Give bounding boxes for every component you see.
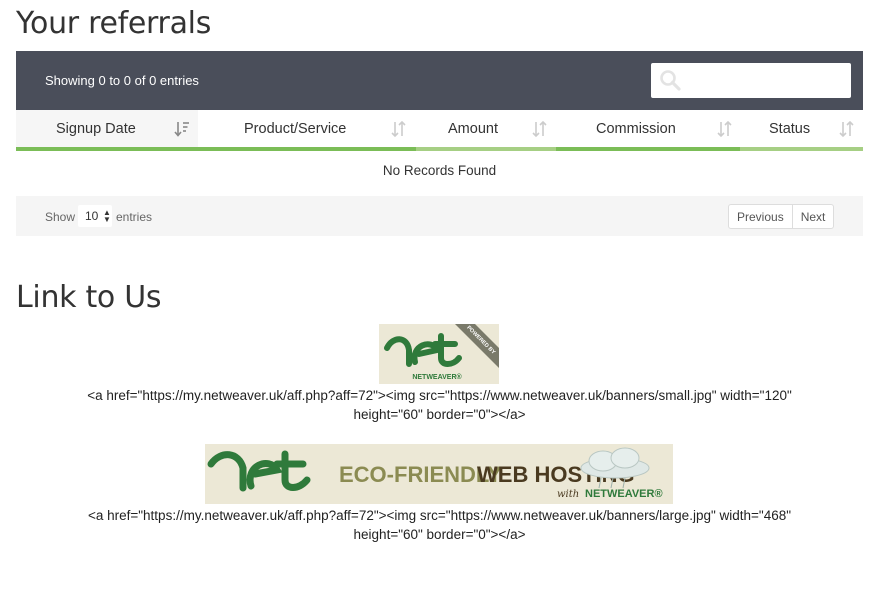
column-label: Commission (596, 121, 676, 137)
column-label: Amount (448, 121, 498, 137)
sort-both-icon (717, 120, 732, 138)
entries-length-select[interactable]: 10 ▲ ▼ (78, 205, 112, 227)
select-arrows-icon: ▲ ▼ (103, 208, 111, 224)
code-line: <a href="https://my.netweaver.uk/aff.php… (87, 388, 792, 403)
code-line: <a href="https://my.netweaver.uk/aff.php… (87, 508, 792, 523)
previous-page-button[interactable]: Previous (729, 205, 792, 228)
page-title: Your referrals (16, 6, 212, 41)
small-banner-image[interactable]: POWERED BY NETWEAVER® (379, 324, 499, 384)
large-banner-code: <a href="https://my.netweaver.uk/aff.php… (16, 506, 863, 544)
empty-table-message: No Records Found (382, 163, 497, 178)
section-title: Link to Us (16, 280, 162, 315)
pagination: Previous Next (728, 204, 835, 229)
sort-desc-icon (174, 122, 189, 137)
entries-length-value: 10 (85, 209, 99, 223)
table-footer: Show 10 ▲ ▼ entries Previous Next (16, 196, 863, 236)
showing-entries-info: Showing 0 to 0 of 0 entries (45, 73, 199, 88)
large-banner-image[interactable]: ECO-FRIENDLY WEB HOSTING with NETWEAVER® (205, 444, 673, 504)
banner-brand-text: NETWEAVER® (585, 488, 663, 500)
banner-brand-text: NETWEAVER® (412, 373, 462, 381)
sort-both-icon (532, 120, 547, 138)
search-icon (660, 70, 681, 91)
column-product-service[interactable]: Product/Service (198, 110, 416, 151)
code-line: height="60" border="0"></a> (353, 527, 526, 542)
banner-with-text: with (557, 489, 579, 500)
search-box[interactable] (651, 63, 851, 100)
column-amount[interactable]: Amount (416, 110, 556, 151)
entries-label: entries (116, 210, 153, 224)
show-label: Show (45, 210, 76, 224)
next-page-button[interactable]: Next (791, 205, 834, 228)
column-label: Product/Service (244, 121, 347, 137)
search-input[interactable] (689, 63, 851, 100)
table-header-row: Signup Date Product/Service Amount Commi… (16, 110, 863, 151)
table-toolbar: Showing 0 to 0 of 0 entries (16, 51, 863, 110)
column-commission[interactable]: Commission (556, 110, 740, 151)
column-signup-date[interactable]: Signup Date (16, 110, 198, 151)
column-label: Status (769, 121, 811, 137)
column-status[interactable]: Status (740, 110, 863, 151)
sort-both-icon (839, 120, 854, 138)
column-label: Signup Date (56, 121, 136, 137)
small-banner-code: <a href="https://my.netweaver.uk/aff.php… (16, 386, 863, 424)
sort-both-icon (391, 120, 406, 138)
code-line: height="60" border="0"></a> (353, 407, 526, 422)
